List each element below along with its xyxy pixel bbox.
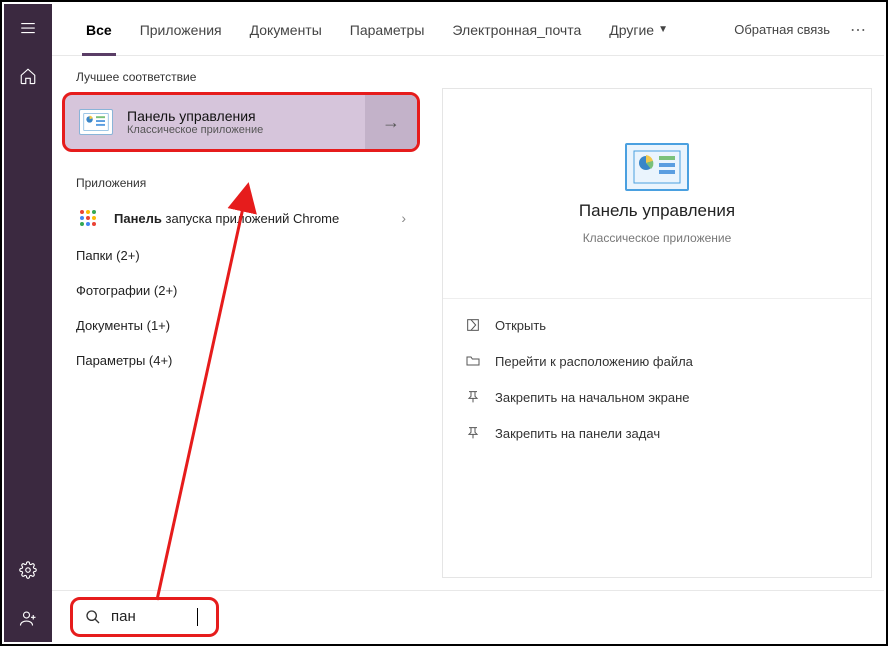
results-list: Лучшее соответствие Панель управления Кл… — [52, 56, 430, 590]
best-match-expand[interactable]: → — [365, 95, 417, 149]
tab-all[interactable]: Все — [72, 4, 126, 56]
feedback-link[interactable]: Обратная связь — [722, 22, 842, 37]
control-panel-icon — [625, 143, 689, 191]
hamburger-button[interactable] — [4, 4, 52, 52]
account-button[interactable] — [4, 594, 52, 642]
category-folders[interactable]: Папки (2+) — [52, 238, 430, 273]
pin-icon — [465, 425, 481, 441]
home-button[interactable] — [4, 52, 52, 100]
chrome-apps-icon — [76, 206, 100, 230]
tab-documents[interactable]: Документы — [236, 4, 336, 56]
action-open-location[interactable]: Перейти к расположению файла — [443, 343, 871, 379]
pin-icon — [465, 389, 481, 405]
category-documents[interactable]: Документы (1+) — [52, 308, 430, 343]
settings-button[interactable] — [4, 546, 52, 594]
tab-email[interactable]: Электронная_почта — [438, 4, 595, 56]
best-match-label: Лучшее соответствие — [52, 56, 430, 92]
best-match-subtitle: Классическое приложение — [127, 124, 263, 136]
open-icon — [465, 317, 481, 333]
preview-pane: Панель управления Классическое приложени… — [442, 88, 872, 578]
tab-apps[interactable]: Приложения — [126, 4, 236, 56]
text-cursor — [197, 608, 198, 626]
apps-label: Приложения — [52, 162, 430, 198]
action-pin-taskbar[interactable]: Закрепить на панели задач — [443, 415, 871, 451]
best-match-title: Панель управления — [127, 108, 263, 124]
result-title: Панель запуска приложений Chrome — [114, 211, 387, 226]
search-tabs-header: Все Приложения Документы Параметры Элект… — [52, 4, 884, 56]
control-panel-icon — [79, 109, 113, 135]
preview-title: Панель управления — [579, 201, 735, 221]
tab-more[interactable]: Другие▼ — [595, 4, 682, 56]
chevron-right-icon: › — [401, 210, 406, 226]
action-open[interactable]: Открыть — [443, 307, 871, 343]
action-pin-start[interactable]: Закрепить на начальном экране — [443, 379, 871, 415]
category-photos[interactable]: Фотографии (2+) — [52, 273, 430, 308]
preview-subtitle: Классическое приложение — [583, 231, 732, 245]
start-left-rail — [4, 4, 52, 642]
more-options-button[interactable]: ⋯ — [842, 20, 874, 40]
category-settings[interactable]: Параметры (4+) — [52, 343, 430, 378]
folder-icon — [465, 353, 481, 369]
search-input[interactable] — [111, 608, 191, 625]
search-icon — [85, 609, 101, 625]
result-chrome-launcher[interactable]: Панель запуска приложений Chrome › — [52, 198, 430, 238]
tab-settings[interactable]: Параметры — [336, 4, 439, 56]
search-bar — [52, 590, 884, 642]
best-match-item[interactable]: Панель управления Классическое приложени… — [62, 92, 420, 152]
search-box[interactable] — [70, 597, 219, 637]
chevron-down-icon: ▼ — [658, 24, 668, 35]
